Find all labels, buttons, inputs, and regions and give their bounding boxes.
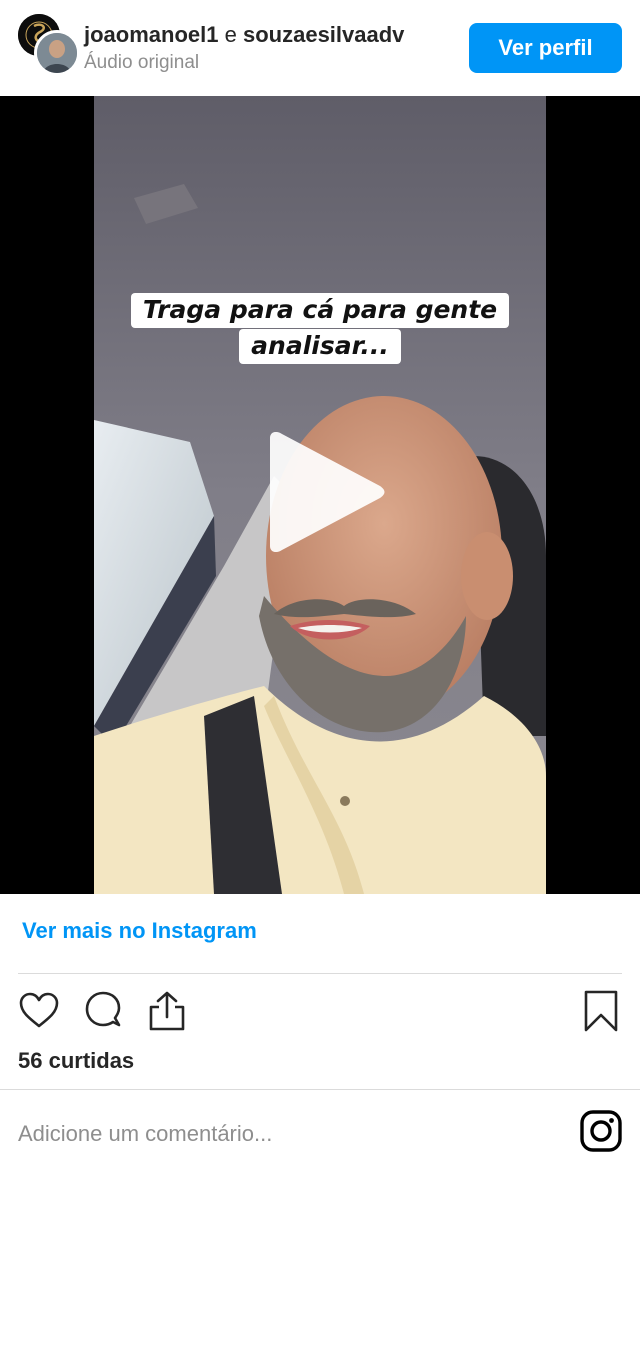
view-profile-button[interactable]: Ver perfil [469,23,622,73]
divider [18,973,622,974]
author-secondary-link[interactable]: souzaesilvaadv [243,22,404,47]
likes-count[interactable]: 56 curtidas [18,1048,134,1074]
save-button[interactable] [578,988,624,1034]
video-caption: Traga para cá para gente analisar... [94,292,546,364]
divider [0,1089,640,1090]
share-icon [149,991,185,1031]
video-player[interactable]: Traga para cá para gente analisar... [0,96,640,894]
comment-icon [85,991,121,1027]
post-header: joaomanoel1 e souzaesilvaadv Áudio origi… [0,0,640,96]
audio-label[interactable]: Áudio original [84,50,404,76]
video-frame: Traga para cá para gente analisar... [94,96,546,894]
video-caption-text: Traga para cá para gente analisar... [130,293,510,364]
avatar-primary[interactable] [34,30,80,76]
instagram-logo-icon[interactable] [579,1109,623,1153]
see-more-link[interactable]: Ver mais no Instagram [22,918,257,944]
heart-icon [19,992,59,1028]
bookmark-icon [584,990,618,1032]
author-connector: e [224,22,237,47]
share-button[interactable] [144,988,190,1034]
comment-button[interactable] [80,988,126,1034]
author-names: joaomanoel1 e souzaesilvaadv [84,20,404,50]
like-button[interactable] [16,988,62,1034]
author-primary-link[interactable]: joaomanoel1 [84,22,218,47]
comment-input[interactable] [18,1114,558,1154]
play-icon[interactable] [270,432,386,552]
header-text: joaomanoel1 e souzaesilvaadv Áudio origi… [84,20,404,76]
